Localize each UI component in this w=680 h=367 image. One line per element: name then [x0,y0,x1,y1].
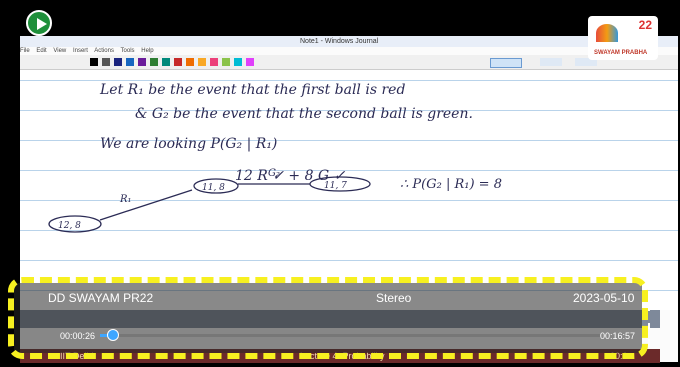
pen-color-red[interactable] [174,58,182,66]
result-formula: ∴ P(G₂ | R₁) = 8 [400,177,502,192]
tree-edge-2-label: G₂ [268,168,280,179]
menu-file[interactable]: File [20,48,30,54]
handwriting-layer: Let R₁ be the event that the first ball … [48,82,502,233]
toolbar [20,55,678,70]
highlighter-icon[interactable] [540,58,562,66]
logo-arc-icon [596,24,618,42]
audio-mode: Stereo [376,291,412,305]
tree-node-start-label: 12, 8 [58,221,81,231]
pen-color-lime[interactable] [222,58,230,66]
signal-strength-icon [648,293,651,347]
pen-color-cyan[interactable] [234,58,242,66]
seek-bar[interactable] [100,329,600,341]
menu-tools[interactable]: Tools [121,48,135,54]
pen-color-blue[interactable] [126,58,134,66]
menu-actions[interactable]: Actions [94,48,114,54]
pen-color-navy[interactable] [114,58,122,66]
channel-name: DD SWAYAM PR22 [48,291,154,305]
seek-handle[interactable] [107,329,119,341]
logo-number: 22 [638,18,652,32]
tree-edge-1 [99,189,193,221]
video-frame: Note1 - Windows Journal File Edit View I… [0,0,680,367]
note-line-1: Let R₁ be the event that the first ball … [99,82,405,98]
menu-help[interactable]: Help [141,48,153,54]
pen-color-green[interactable] [150,58,158,66]
highlight-box [8,277,648,359]
menu-insert[interactable]: Insert [73,48,88,54]
pen-color-gray[interactable] [102,58,110,66]
window-title-bar: Note1 - Windows Journal [20,36,678,47]
pen-color-orange[interactable] [186,58,194,66]
note-line-2: & G₂ be the event that the second ball i… [135,106,473,122]
logo-text: SWAYAM PRABHA [594,50,648,56]
pen-color-black[interactable] [90,58,98,66]
tree-node-end-label: 11, 7 [324,181,347,191]
menu-bar: File Edit View Insert Actions Tools Help [20,47,678,55]
channel-logo: 22 SWAYAM PRABHA [588,16,658,60]
pen-color-pink[interactable] [210,58,218,66]
total-duration: 00:16:57 [600,331,636,341]
tree-node-mid-label: 11, 8 [202,183,225,193]
broadcast-date: 2023-05-10 [573,291,635,305]
pen-color-yellow[interactable] [198,58,206,66]
pen-tool-icon[interactable] [490,58,522,68]
pen-color-magenta[interactable] [246,58,254,66]
menu-edit[interactable]: Edit [36,48,46,54]
note-line-3: We are looking P(G₂ | R₁) [100,136,277,152]
note-page: Let R₁ be the event that the first ball … [20,70,678,310]
window-title: Note1 - Windows Journal [300,38,379,45]
pen-color-teal[interactable] [162,58,170,66]
player-overlay: DD SWAYAM PR22 Stereo 2023-05-10 00:00:2… [8,277,651,359]
play-icon[interactable] [26,10,52,36]
tree-edge-1-label: R₁ [119,194,132,205]
elapsed-time: 00:00:26 [60,331,96,341]
pen-color-purple[interactable] [138,58,146,66]
menu-view[interactable]: View [53,48,66,54]
